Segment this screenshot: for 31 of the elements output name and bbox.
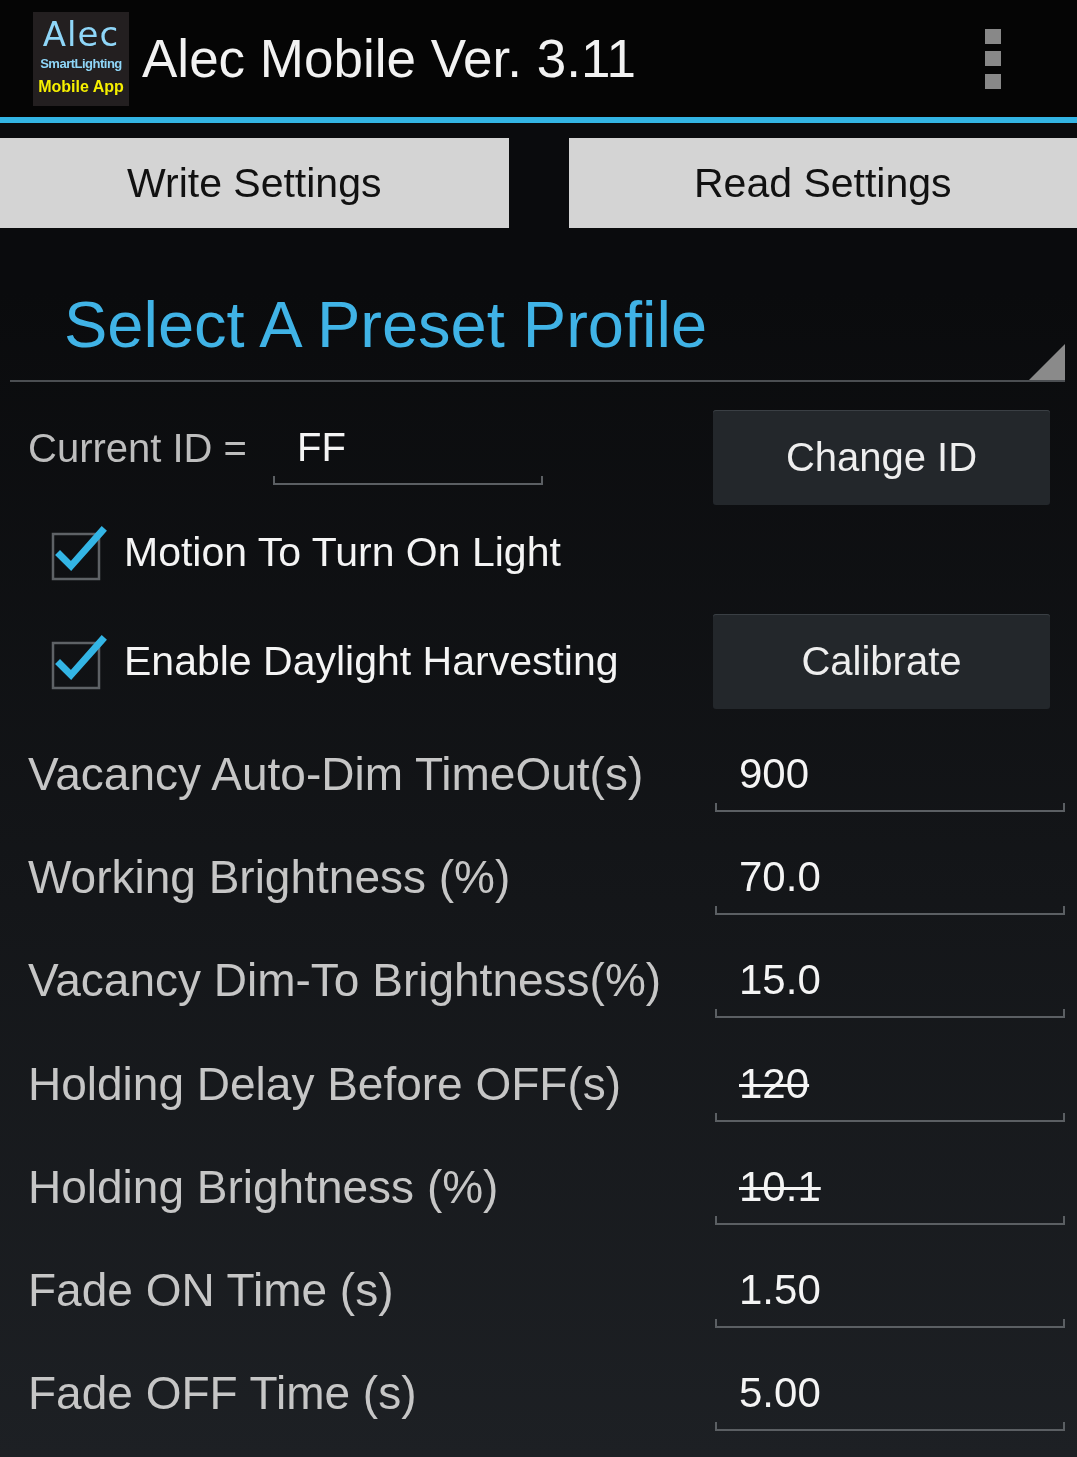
checkbox-label: Motion To Turn On Light <box>124 529 561 576</box>
input-field[interactable]: 10.1 <box>715 1148 1065 1225</box>
logo-wordmark: Alec <box>42 13 120 54</box>
setting-label: Holding Delay Before OFF(s) <box>28 1056 623 1111</box>
setting-label: Vacancy Auto-Dim TimeOut(s) <box>28 746 645 801</box>
setting-label: Vacancy Dim-To Brightness(%) <box>28 953 663 1008</box>
input-field[interactable]: 900 <box>715 735 1065 812</box>
preset-dropdown[interactable]: Select A Preset Profile <box>10 228 1065 382</box>
logo-tagline: SmartLighting <box>40 54 122 73</box>
input-field[interactable]: 5.00 <box>715 1355 1065 1432</box>
dropdown-triangle-icon <box>1029 344 1065 380</box>
input-field[interactable]: 120 <box>715 1045 1065 1122</box>
checkbox[interactable] <box>50 633 108 690</box>
calibrate-button[interactable]: Calibrate <box>713 614 1050 709</box>
change-id-button[interactable]: Change ID <box>713 410 1050 505</box>
input-field[interactable]: 15.0 <box>715 942 1065 1019</box>
id-input-field[interactable]: FF <box>273 411 543 485</box>
setting-label: Fade OFF Time (s) <box>28 1366 418 1421</box>
settings-button[interactable]: Read Settings <box>568 138 1077 228</box>
checkbox-label: Enable Daylight Harvesting <box>124 638 619 685</box>
current-id-label: Current ID = <box>28 425 248 472</box>
setting-label: Fade ON Time (s) <box>28 1263 395 1318</box>
input-field[interactable]: 70.0 <box>715 838 1065 915</box>
logo-subtitle: Mobile App <box>38 76 124 97</box>
settings-button[interactable]: Write Settings <box>0 138 509 228</box>
app-title: Alec Mobile Ver. 3.11 <box>142 28 636 89</box>
input-field[interactable]: 1.50 <box>715 1252 1065 1329</box>
setting-label: Working Brightness (%) <box>28 849 512 904</box>
overflow-menu-icon[interactable] <box>985 28 1001 89</box>
checkbox[interactable] <box>50 524 108 581</box>
setting-label: Holding Brightness (%) <box>28 1159 500 1214</box>
